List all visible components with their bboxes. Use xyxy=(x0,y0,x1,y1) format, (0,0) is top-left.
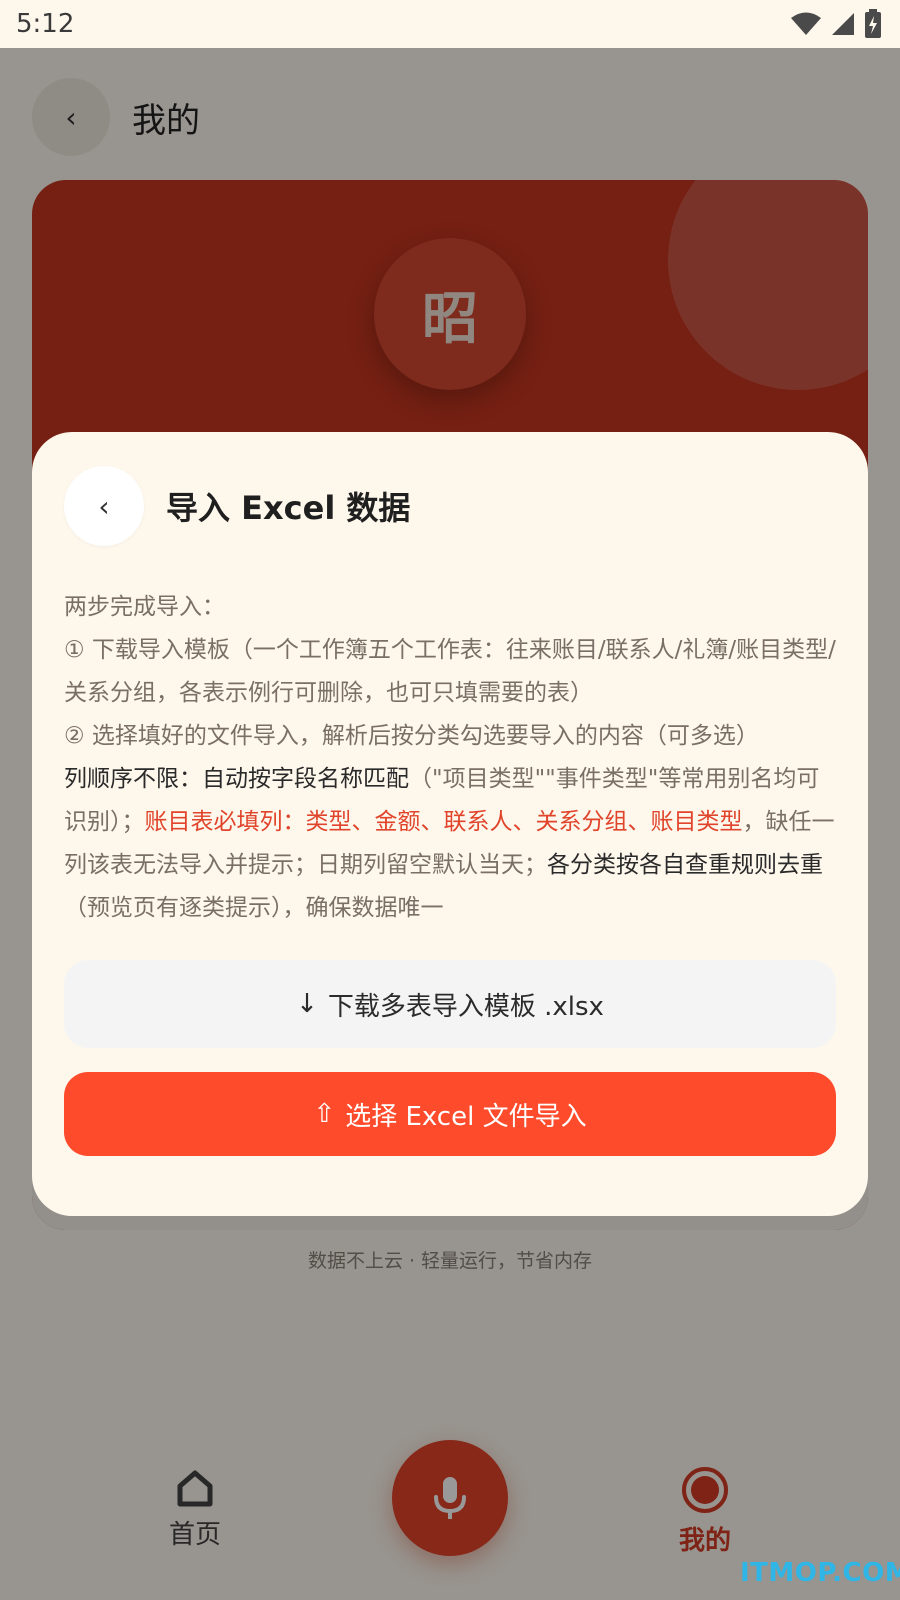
rule-dedup: 各分类按各自查重规则去重 xyxy=(547,852,823,878)
system-icons xyxy=(790,9,882,39)
instructions-rules: 列顺序不限：自动按字段名称匹配（"项目类型""事件类型"等常用别名均可识别）；账… xyxy=(64,758,836,930)
upload-arrow-icon: ⇧ xyxy=(313,1099,336,1129)
instructions-step-1: ① 下载导入模板（一个工作簿五个工作表：往来账目/联系人/礼簿/账目类型/关系分… xyxy=(64,637,836,706)
chevron-left-icon: ‹ xyxy=(98,489,110,523)
status-time: 5:12 xyxy=(16,9,75,39)
wifi-icon xyxy=(791,12,821,35)
select-excel-file-label: 选择 Excel 文件导入 xyxy=(345,1101,587,1132)
screen: 5:12 ‹ 我的 昭 数据不上云 · 轻量运行，节省内存 首页 我的 ‹ 导入… xyxy=(0,0,900,1600)
rule-column-order: 列顺序不限：自动按字段名称匹配 xyxy=(64,766,409,792)
instructions-intro: 两步完成导入： xyxy=(64,594,225,620)
import-instructions: 两步完成导入： ① 下载导入模板（一个工作簿五个工作表：往来账目/联系人/礼簿/… xyxy=(64,586,836,930)
battery-charging-icon xyxy=(865,9,881,38)
dialog-back-button[interactable]: ‹ xyxy=(64,466,144,546)
dialog-title: 导入 Excel 数据 xyxy=(166,489,411,527)
import-excel-dialog: ‹ 导入 Excel 数据 两步完成导入： ① 下载导入模板（一个工作簿五个工作… xyxy=(32,432,868,1216)
rule-required-columns: 账目表必填列：类型、金额、联系人、关系分组、账目类型 xyxy=(144,809,743,835)
select-excel-file-button[interactable]: ⇧ 选择 Excel 文件导入 xyxy=(64,1072,836,1156)
download-arrow-icon: ↓ xyxy=(296,989,318,1019)
rule-comma: ， xyxy=(742,809,766,835)
cellular-signal-icon xyxy=(832,13,854,35)
watermark: ITMOP.COM xyxy=(740,1558,900,1588)
download-template-label: 下载多表导入模板 .xlsx xyxy=(327,991,604,1022)
rule-dedup-note: （预览页有逐类提示），确保数据唯一 xyxy=(64,895,444,921)
download-template-button[interactable]: ↓ 下载多表导入模板 .xlsx xyxy=(64,960,836,1048)
instructions-step-2: ② 选择填好的文件导入，解析后按分类勾选要导入的内容（可多选） xyxy=(64,723,759,749)
dialog-header: ‹ 导入 Excel 数据 xyxy=(64,466,836,546)
status-bar: 5:12 xyxy=(0,0,900,48)
